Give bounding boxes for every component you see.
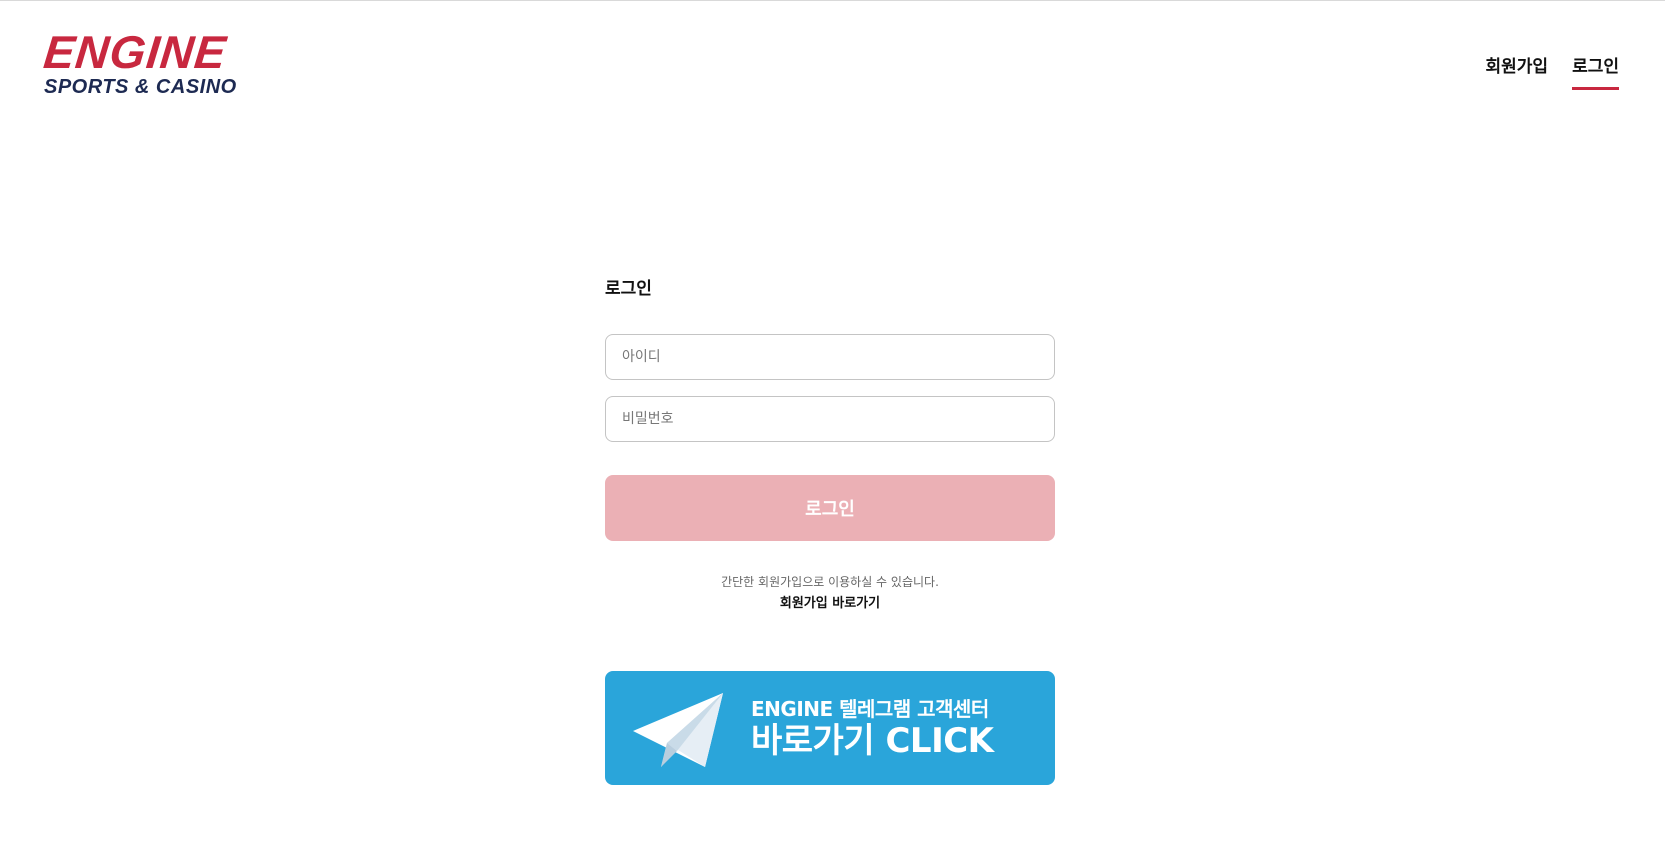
login-title: 로그인	[605, 279, 652, 299]
signup-hint-text: 간단한 회원가입으로 이용하실 수 있습니다.	[721, 575, 939, 589]
nav-signup-link[interactable]: 회원가입	[1486, 50, 1549, 90]
login-panel: 로그인 로그인 간단한 회원가입으로 이용하실 수 있습니다. 회원가입 바로가…	[605, 278, 1055, 785]
telegram-banner-title: ENGINE 텔레그램 고객센터	[751, 697, 989, 721]
signup-shortcut-link[interactable]: 회원가입 바로가기	[605, 595, 1055, 613]
logo-wordmark: ENGINE	[41, 26, 230, 78]
user-id-input[interactable]	[605, 334, 1055, 380]
telegram-support-banner[interactable]: ENGINE 텔레그램 고객센터 바로가기 CLICK	[605, 671, 1055, 785]
site-logo[interactable]: ENGINE SPORTS & CASINO	[41, 26, 264, 100]
telegram-banner-cta: 바로가기 CLICK	[751, 721, 994, 761]
top-navigation: 회원가입 로그인	[1486, 50, 1619, 90]
telegram-paper-plane-icon	[633, 693, 723, 767]
password-input[interactable]	[605, 396, 1055, 442]
logo-tagline: SPORTS & CASINO	[44, 76, 237, 98]
nav-login-link[interactable]: 로그인	[1572, 50, 1619, 90]
telegram-banner-text: ENGINE 텔레그램 고객센터 바로가기 CLICK	[751, 697, 994, 761]
site-header: ENGINE SPORTS & CASINO 회원가입 로그인	[0, 0, 1665, 110]
login-submit-button[interactable]: 로그인	[605, 475, 1055, 541]
